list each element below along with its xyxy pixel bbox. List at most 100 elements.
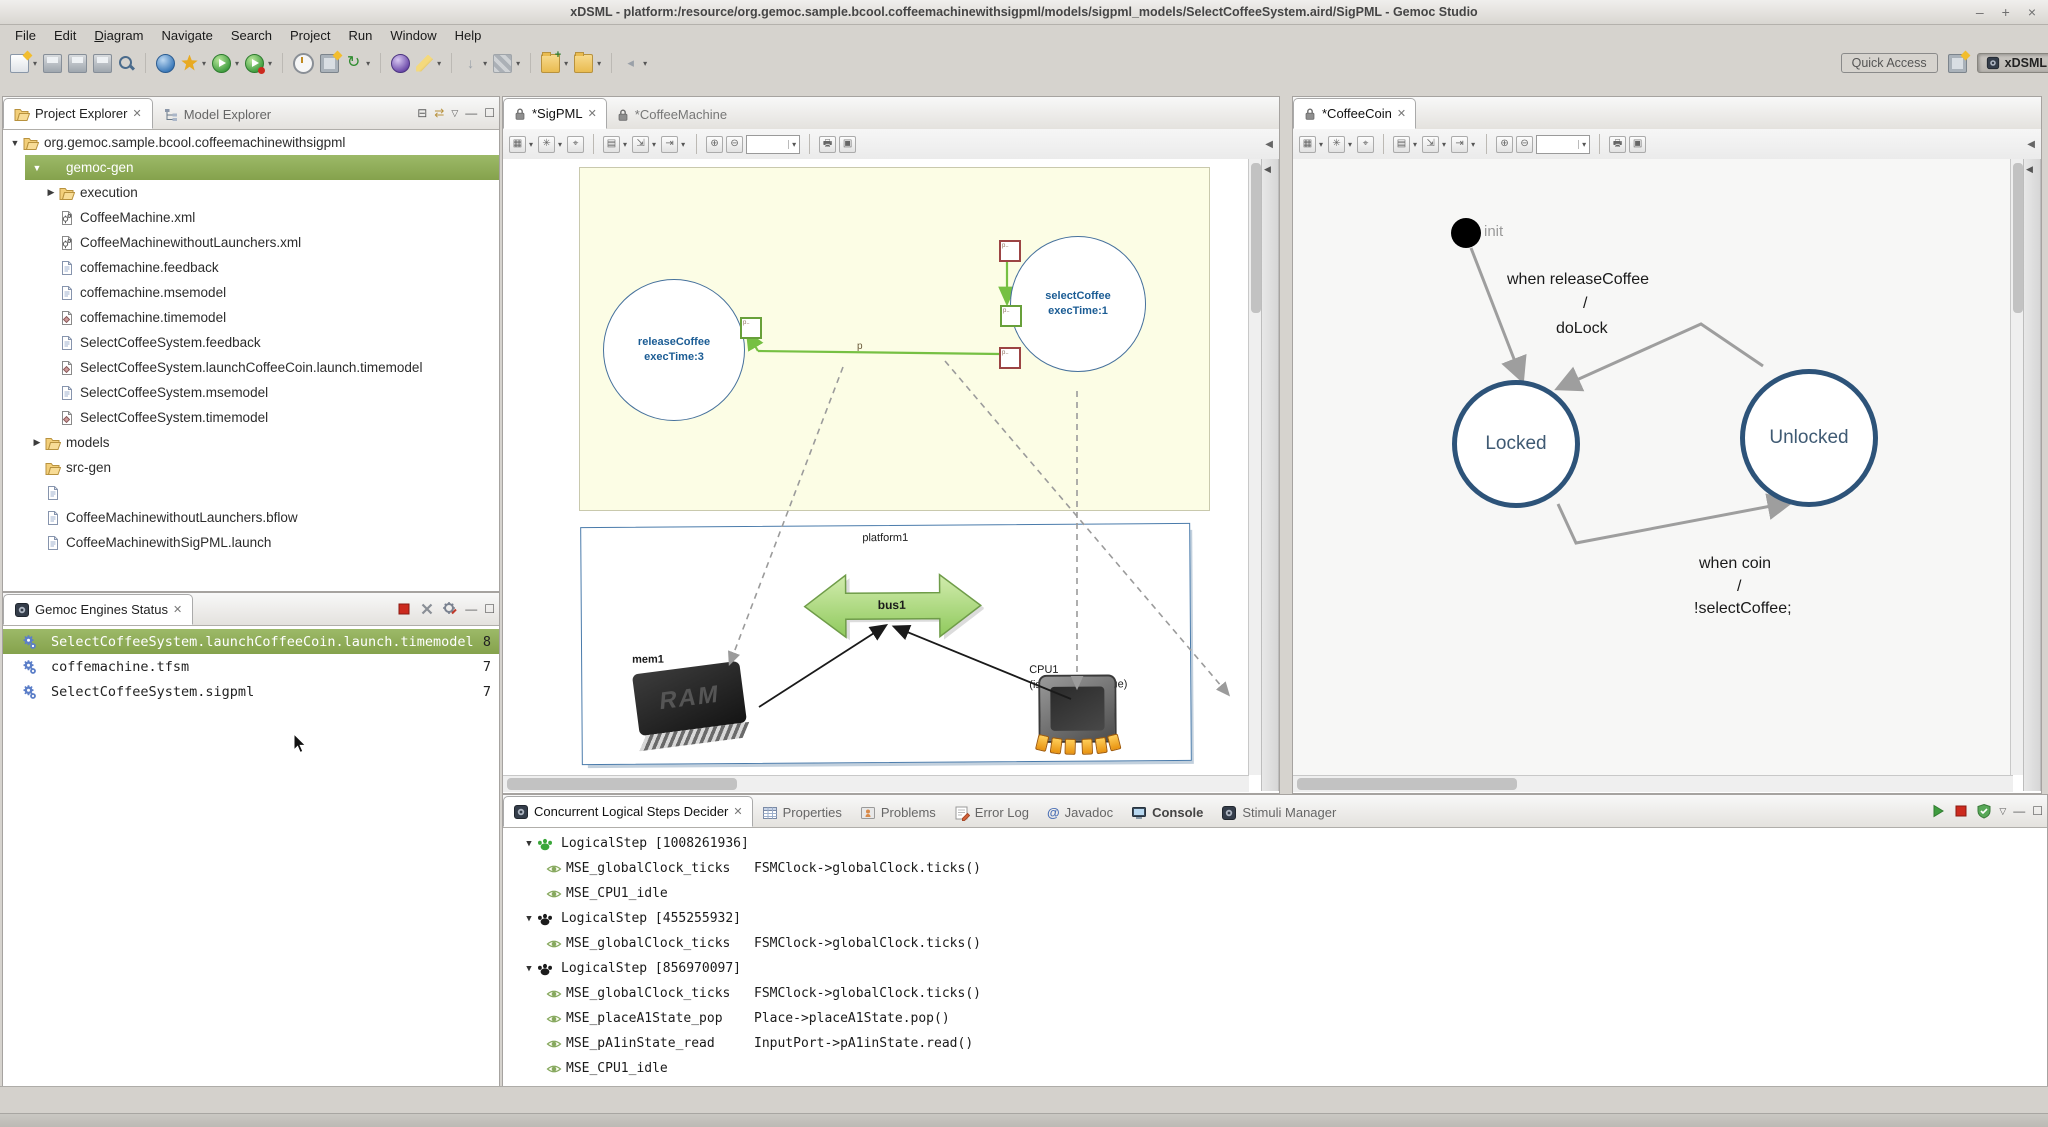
- expander-icon[interactable]: ▼: [7, 138, 23, 148]
- engine-row-selected[interactable]: SelectCoffeeSystem.launchCoffeeCoin.laun…: [3, 629, 499, 654]
- tab-coffeemachine[interactable]: *CoffeeMachine: [607, 100, 736, 129]
- new-engine-icon[interactable]: [320, 54, 339, 73]
- close-icon[interactable]: ✕: [173, 603, 182, 616]
- state-unlocked[interactable]: Unlocked: [1740, 369, 1878, 507]
- run-step-icon[interactable]: [1930, 803, 1946, 819]
- quick-access-button[interactable]: Quick Access: [1841, 53, 1938, 73]
- mse-event-row[interactable]: MSE_CPU1_idle: [503, 1056, 2047, 1081]
- coffeecoin-canvas[interactable]: init when releaseCoffee / doLock Locked …: [1293, 159, 2013, 775]
- layers-icon[interactable]: ▣: [839, 136, 856, 153]
- print-diagram-icon[interactable]: 🖶: [1609, 136, 1626, 153]
- zoom-out-icon[interactable]: ⊖: [1516, 136, 1533, 153]
- tree-row-file[interactable]: SelectCoffeeSystem.feedback: [3, 330, 499, 355]
- mse-event-row[interactable]: MSE_CPU1_idle: [503, 881, 2047, 906]
- initial-state-node[interactable]: [1451, 218, 1481, 248]
- decider-shield-icon[interactable]: [1976, 803, 1992, 819]
- browser-icon[interactable]: [156, 54, 175, 73]
- dispose-engine-icon[interactable]: [419, 601, 435, 617]
- tree-row-file[interactable]: coffemachine.msemodel: [3, 280, 499, 305]
- menu-run[interactable]: Run: [339, 26, 381, 45]
- collapse-palette-icon[interactable]: ◀: [1265, 139, 1273, 150]
- collapse-palette-icon[interactable]: ◀: [2027, 139, 2035, 150]
- tree-row-file[interactable]: SelectCoffeeSystem.launchCoffeeCoin.laun…: [3, 355, 499, 380]
- tree-row-execution[interactable]: ▶ execution: [3, 180, 499, 205]
- tree-row-models[interactable]: ▶ models: [3, 430, 499, 455]
- align-icon[interactable]: ⇥: [661, 136, 678, 153]
- logical-step-row[interactable]: ▼ LogicalStep [1008261936]: [503, 831, 2047, 856]
- logical-step-row[interactable]: ▼ LogicalStep [455255932]: [503, 906, 2047, 931]
- tab-properties[interactable]: Properties: [753, 798, 851, 827]
- cpu-chip-image[interactable]: [1038, 674, 1116, 743]
- mse-event-row[interactable]: MSE_globalClock_ticks FSMClock->globalCl…: [503, 856, 2047, 881]
- ram-chip-image[interactable]: RAM: [632, 661, 749, 751]
- sigpml-canvas[interactable]: platform1 bus1 mem1 RAM: [503, 159, 1249, 775]
- open-perspective-icon[interactable]: [1948, 54, 1967, 73]
- tab-model-explorer[interactable]: Model Explorer: [153, 100, 281, 129]
- tree-row-file[interactable]: [3, 480, 499, 505]
- actor-selectcoffee[interactable]: selectCoffee execTime:1: [1010, 236, 1146, 372]
- stop-icon[interactable]: [1953, 803, 1969, 819]
- maximize-view-icon[interactable]: ☐: [2032, 804, 2043, 818]
- maximize-view-icon[interactable]: ☐: [484, 602, 495, 616]
- arrange-all-icon[interactable]: ⇲: [632, 136, 649, 153]
- logical-step-row[interactable]: ▼ LogicalStep [856970097]: [503, 956, 2047, 981]
- dispose-all-engines-icon[interactable]: [442, 601, 458, 617]
- output-port[interactable]: p..: [740, 317, 762, 339]
- menu-help[interactable]: Help: [446, 26, 491, 45]
- menu-file[interactable]: File: [6, 26, 45, 45]
- close-window-button[interactable]: ×: [2028, 4, 2036, 20]
- style-icon[interactable]: ✳: [1328, 136, 1345, 153]
- tab-concurrent-logical-steps-decider[interactable]: Concurrent Logical Steps Decider ✕: [503, 796, 753, 827]
- state-locked[interactable]: Locked: [1452, 380, 1580, 508]
- arrange-all-icon[interactable]: ⇲: [1422, 136, 1439, 153]
- bus-node[interactable]: bus1: [799, 565, 984, 640]
- zoom-level-combo[interactable]: ▾: [746, 135, 800, 154]
- tree-row-file[interactable]: SelectCoffeeSystem.msemodel: [3, 380, 499, 405]
- close-icon[interactable]: ✕: [588, 107, 597, 120]
- zoom-out-icon[interactable]: ⊖: [726, 136, 743, 153]
- close-icon[interactable]: ✕: [733, 805, 742, 818]
- engine-row[interactable]: SelectCoffeeSystem.sigpml 7: [3, 679, 499, 704]
- pin-icon[interactable]: ⌖: [567, 136, 584, 153]
- perspective-xdsml-button[interactable]: xDSML: [1977, 53, 2048, 73]
- tab-coffeecoin[interactable]: *CoffeeCoin ✕: [1293, 98, 1416, 129]
- input-port[interactable]: p..: [999, 240, 1021, 262]
- maximize-window-button[interactable]: +: [2002, 4, 2010, 20]
- save-icon[interactable]: [43, 54, 62, 73]
- layers-icon[interactable]: ▣: [1629, 136, 1646, 153]
- run-icon[interactable]: [212, 54, 231, 73]
- platform-container[interactable]: platform1 bus1 mem1 RAM: [580, 523, 1192, 765]
- collapsed-palette[interactable]: ◀: [1261, 159, 1279, 791]
- collapse-all-icon[interactable]: ⊟: [417, 106, 427, 120]
- pin-icon[interactable]: ⌖: [1357, 136, 1374, 153]
- search-icon[interactable]: [118, 55, 135, 72]
- new-wizard-icon[interactable]: [10, 54, 29, 73]
- model-registry-icon[interactable]: [391, 54, 410, 73]
- close-icon[interactable]: ✕: [132, 107, 141, 120]
- menu-navigate[interactable]: Navigate: [153, 26, 222, 45]
- mse-event-row[interactable]: MSE_globalClock_ticks FSMClock->globalCl…: [503, 931, 2047, 956]
- expander-icon[interactable]: ▼: [29, 163, 45, 173]
- export-diagram-icon[interactable]: ▤: [1393, 136, 1410, 153]
- horizontal-scrollbar[interactable]: [1293, 775, 2013, 792]
- expander-icon[interactable]: ▼: [521, 964, 537, 974]
- collapsed-palette[interactable]: ◀: [2023, 159, 2041, 791]
- stop-engine-icon[interactable]: [396, 601, 412, 617]
- tree-row-file[interactable]: CoffeeMachine.xml: [3, 205, 499, 230]
- tab-stimuli-manager[interactable]: Stimuli Manager: [1212, 798, 1345, 827]
- open-resource-icon[interactable]: [574, 54, 593, 73]
- input-port[interactable]: p..: [999, 347, 1021, 369]
- minimize-window-button[interactable]: –: [1976, 4, 1984, 20]
- tab-gemoc-engines-status[interactable]: Gemoc Engines Status ✕: [3, 594, 193, 625]
- tree-row-gemoc-gen[interactable]: ▼ gemoc-gen: [3, 155, 499, 180]
- tab-project-explorer[interactable]: Project Explorer ✕: [3, 98, 153, 129]
- tab-console[interactable]: Console: [1122, 798, 1212, 827]
- align-icon[interactable]: ⇥: [1451, 136, 1468, 153]
- mse-event-row[interactable]: MSE_globalClock_ticks FSMClock->globalCl…: [503, 981, 2047, 1006]
- minimize-view-icon[interactable]: —: [2013, 804, 2025, 818]
- tab-problems[interactable]: Problems: [851, 798, 945, 827]
- save-all-icon[interactable]: [68, 54, 87, 73]
- menu-project[interactable]: Project: [281, 26, 339, 45]
- tree-row-src-gen[interactable]: src-gen: [3, 455, 499, 480]
- menu-edit[interactable]: Edit: [45, 26, 85, 45]
